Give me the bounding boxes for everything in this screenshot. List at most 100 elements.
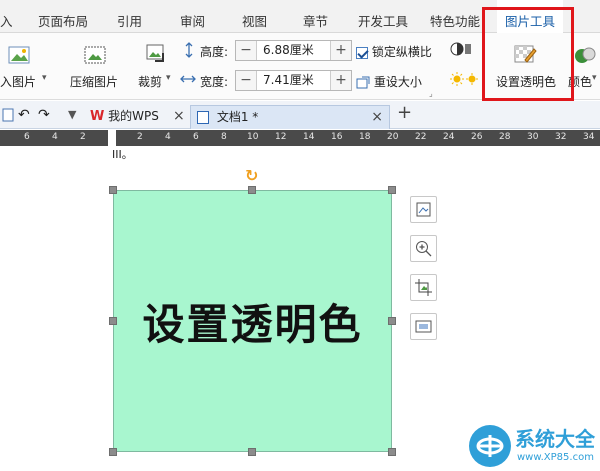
ruler-tick: 8 — [221, 132, 227, 142]
redo-icon[interactable]: ↷ — [38, 104, 50, 128]
picture-text: 设置透明色 — [142, 299, 363, 349]
ruler-tick: 2 — [137, 132, 143, 142]
document-icon[interactable] — [2, 107, 14, 131]
ruler-tick: 30 — [527, 132, 539, 142]
horizontal-ruler[interactable]: 6 4 2 2 4 6 8 10 12 14 16 18 20 22 24 26… — [0, 130, 600, 146]
ruler-tick: 12 — [275, 132, 287, 142]
ruler-tick: 10 — [247, 132, 259, 142]
resize-handle-bottom[interactable] — [248, 448, 256, 456]
width-increment-button[interactable]: + — [331, 71, 351, 90]
wps-logo-icon: W — [90, 109, 105, 124]
indent-marker[interactable] — [108, 130, 116, 146]
reset-size-label: 重设大小 — [373, 75, 422, 89]
height-increment-button[interactable]: + — [331, 41, 351, 60]
height-decrement-button[interactable]: − — [236, 41, 256, 60]
ruler-tick: 14 — [303, 132, 315, 142]
tab-special-features[interactable]: 特色功能 — [430, 0, 480, 33]
highlight-box — [482, 7, 574, 101]
crop-picture-button[interactable] — [410, 274, 437, 301]
new-tab-plus-icon[interactable]: + — [397, 102, 412, 126]
resize-handle-top-left[interactable] — [109, 186, 117, 194]
ruler-tick: 34 — [583, 132, 595, 142]
crop-label[interactable]: 裁剪 — [138, 73, 162, 90]
watermark-globe-icon — [469, 425, 511, 467]
watermark-logo: 系统大全 www.XP85.com — [465, 421, 600, 471]
ruler-tick: 2 — [80, 132, 86, 142]
height-icon — [182, 42, 196, 61]
text-cursor-line[interactable]: III。 — [112, 146, 133, 162]
width-icon — [180, 72, 196, 89]
height-label: 高度: — [200, 45, 229, 59]
ruler-tick: 22 — [415, 132, 427, 142]
contrast-icon[interactable] — [450, 41, 472, 60]
watermark-name: 系统大全 — [515, 427, 595, 451]
quick-access-dropdown-icon[interactable]: ▼ — [68, 104, 76, 128]
layout-options-icon — [416, 202, 431, 217]
tab-view[interactable]: 视图 — [242, 0, 267, 33]
zoom-in-icon — [416, 241, 432, 257]
tab-developer[interactable]: 开发工具 — [358, 0, 408, 33]
ruler-tick: 6 — [193, 132, 199, 142]
ruler-tick: 28 — [499, 132, 511, 142]
crop-dropdown-icon[interactable]: ▾ — [166, 73, 171, 83]
close-wps-tab-icon[interactable]: × — [173, 105, 185, 129]
brightness-icon[interactable] — [450, 71, 480, 90]
ruler-tick: 4 — [165, 132, 171, 142]
height-spinner[interactable]: − 6.88厘米 + — [235, 40, 352, 61]
insert-picture-label[interactable]: 入图片 — [0, 73, 36, 90]
resize-handle-bottom-right[interactable] — [388, 448, 396, 456]
ruler-tick: 4 — [52, 132, 58, 142]
size-dialog-launcher-icon[interactable]: ⌟ — [429, 89, 433, 98]
ruler-tick: 20 — [387, 132, 399, 142]
document1-tab-label: 文档1 * — [216, 110, 259, 124]
tab-section[interactable]: 章节 — [303, 0, 328, 33]
tab-review[interactable]: 审阅 — [180, 0, 205, 33]
checkbox-checked-icon[interactable] — [356, 46, 368, 59]
rotate-handle-icon[interactable]: ↻ — [245, 166, 258, 185]
lock-ratio-checkbox[interactable]: 锁定纵横比 — [356, 43, 432, 60]
insert-picture-icon[interactable] — [8, 45, 32, 67]
compress-picture-icon[interactable] — [83, 45, 107, 67]
tab-references[interactable]: 引用 — [117, 0, 142, 33]
zoom-picture-button[interactable] — [410, 235, 437, 262]
crop-icon-side — [415, 279, 432, 296]
ruler-tick: 32 — [555, 132, 567, 142]
ruler-tick: 6 — [24, 132, 30, 142]
insert-picture-dropdown-icon[interactable]: ▾ — [42, 73, 47, 83]
ruler-tick: 18 — [359, 132, 371, 142]
picture-border-button[interactable] — [410, 313, 437, 340]
reset-size-icon — [356, 76, 370, 90]
reset-size-button[interactable]: 重设大小 — [356, 73, 422, 90]
tab-insert[interactable]: 入 — [0, 0, 13, 33]
document-tab-bar: ↶ ↷ ▼ W 我的WPS × 文档1 * × + — [0, 101, 600, 129]
resize-handle-bottom-left[interactable] — [109, 448, 117, 456]
width-spinner[interactable]: − 7.41厘米 + — [235, 70, 352, 91]
selected-picture[interactable]: 设置透明色 — [113, 190, 392, 452]
my-wps-label: 我的WPS — [108, 109, 159, 123]
color-dropdown-icon[interactable]: ▾ — [592, 73, 597, 83]
resize-handle-top[interactable] — [248, 186, 256, 194]
word-document-icon — [197, 111, 209, 124]
resize-handle-right[interactable] — [388, 317, 396, 325]
resize-handle-top-right[interactable] — [388, 186, 396, 194]
ruler-tick: 26 — [471, 132, 483, 142]
watermark-url: www.XP85.com — [517, 452, 594, 463]
my-wps-tab[interactable]: W 我的WPS — [90, 105, 159, 129]
width-decrement-button[interactable]: − — [236, 71, 256, 90]
tab-page-layout[interactable]: 页面布局 — [38, 0, 88, 33]
resize-handle-left[interactable] — [109, 317, 117, 325]
lock-ratio-label: 锁定纵横比 — [371, 45, 432, 59]
border-icon — [415, 320, 432, 333]
ruler-tick: 16 — [331, 132, 343, 142]
height-value[interactable]: 6.88厘米 — [256, 41, 331, 60]
undo-icon[interactable]: ↶ — [18, 104, 30, 128]
document1-tab[interactable]: 文档1 * × — [190, 105, 390, 129]
compress-picture-label[interactable]: 压缩图片 — [70, 73, 118, 90]
width-value[interactable]: 7.41厘米 — [256, 71, 331, 90]
color-icon[interactable] — [574, 45, 598, 67]
close-document-tab-icon[interactable]: × — [371, 106, 383, 128]
width-label: 宽度: — [200, 75, 229, 89]
layout-options-button[interactable] — [410, 196, 437, 223]
crop-icon[interactable] — [145, 43, 169, 65]
ruler-tick: 24 — [443, 132, 455, 142]
